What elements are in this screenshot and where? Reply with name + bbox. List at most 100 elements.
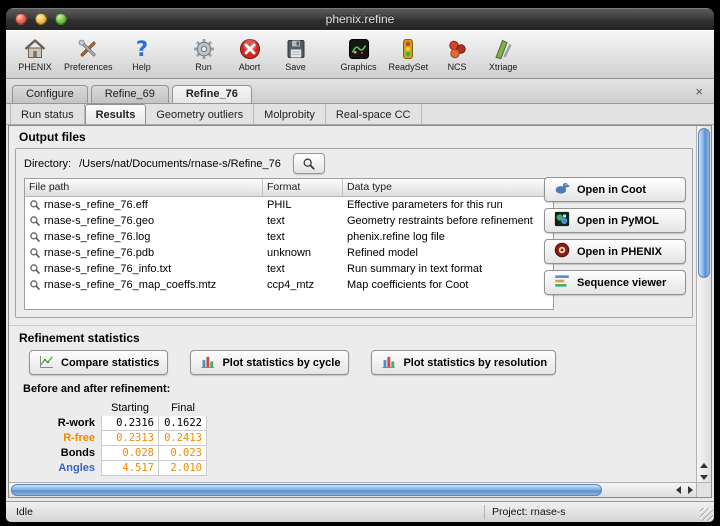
- stat-final-value: 0.2413: [159, 431, 207, 446]
- tab-configure[interactable]: Configure: [12, 85, 88, 103]
- table-header-row: File path Format Data type: [25, 179, 553, 197]
- toolbar-button-abort[interactable]: Abort: [229, 35, 271, 73]
- scroll-up-icon[interactable]: [700, 463, 708, 468]
- toolbar-button-save[interactable]: Save: [275, 35, 317, 73]
- save-icon: [283, 36, 309, 62]
- table-row[interactable]: rnase-s_refine_76.eff PHIL Effective par…: [25, 197, 553, 213]
- tab-real-space-cc[interactable]: Real-space CC: [326, 104, 422, 124]
- toolbar-button-xtriage[interactable]: Xtriage: [482, 35, 524, 73]
- magnifier-icon: [29, 215, 41, 227]
- table-row[interactable]: rnase-s_refine_76_info.txt text Run summ…: [25, 261, 553, 277]
- section-divider: [9, 325, 696, 326]
- open-in-phenix-button[interactable]: Open in PHENIX: [544, 239, 686, 264]
- close-tab-button[interactable]: ×: [690, 85, 708, 100]
- toolbar-button-run[interactable]: Run: [183, 35, 225, 73]
- sequence-viewer-button[interactable]: Sequence viewer: [544, 270, 686, 295]
- column-header-starting: Starting: [101, 400, 159, 416]
- tab-refine-76[interactable]: Refine_76: [172, 85, 252, 103]
- tab-molprobity[interactable]: Molprobity: [254, 104, 326, 124]
- stat-final-value: 0.023: [159, 446, 207, 461]
- button-label: Plot statistics by cycle: [222, 357, 340, 369]
- toolbar-button-help[interactable]: ? Help: [121, 35, 163, 73]
- before-after-label: Before and after refinement:: [23, 383, 170, 395]
- toolbar-label: Graphics: [341, 62, 377, 72]
- file-format: text: [263, 215, 343, 227]
- horizontal-scroll-arrows: [676, 483, 693, 497]
- open-in-pymol-button[interactable]: Open in PyMOL: [544, 208, 686, 233]
- tab-run-status[interactable]: Run status: [10, 104, 85, 124]
- toolbar-button-graphics[interactable]: Graphics: [337, 35, 381, 73]
- table-row[interactable]: rnase-s_refine_76.pdb unknown Refined mo…: [25, 245, 553, 261]
- tab-refine-69[interactable]: Refine_69: [91, 85, 169, 103]
- open-buttons-column: Open in Coot Open in PyMOL Open in PHENI…: [544, 177, 686, 295]
- abort-icon: [237, 36, 263, 62]
- close-window-button[interactable]: [15, 13, 27, 25]
- file-data-type: phenix.refine log file: [343, 231, 553, 243]
- stats-row: R-free 0.2313 0.2413: [43, 431, 207, 446]
- browse-directory-button[interactable]: [293, 153, 325, 174]
- open-in-coot-button[interactable]: Open in Coot: [544, 177, 686, 202]
- column-header-format[interactable]: Format: [263, 179, 343, 196]
- toolbar-label: PHENIX: [18, 62, 52, 72]
- project-label: Project: rnase-s: [492, 506, 566, 518]
- phenix-refine-window: phenix.refine PHENIX Preferences ? Help: [6, 8, 714, 522]
- help-icon: ?: [129, 36, 155, 62]
- file-format: text: [263, 263, 343, 275]
- toolbar-button-preferences[interactable]: Preferences: [60, 35, 117, 73]
- scroll-right-icon[interactable]: [688, 486, 693, 494]
- tab-results[interactable]: Results: [85, 104, 147, 124]
- toolbar-label: Save: [285, 62, 306, 72]
- status-bar: Idle Project: rnase-s: [6, 501, 714, 522]
- output-files-table: File path Format Data type rnase-s_refin…: [24, 178, 554, 310]
- toolbar-label: Run: [195, 62, 212, 72]
- resize-grip[interactable]: [700, 508, 713, 521]
- toolbar-label: ReadySet: [389, 62, 429, 72]
- results-scroll-area: Output files Directory: /Users/nat/Docum…: [9, 126, 696, 482]
- horizontal-scrollbar[interactable]: [9, 482, 696, 497]
- toolbar-button-phenix[interactable]: PHENIX: [14, 35, 56, 73]
- tab-geometry-outliers[interactable]: Geometry outliers: [146, 104, 254, 124]
- scroll-down-icon[interactable]: [700, 475, 708, 480]
- directory-row: Directory: /Users/nat/Documents/rnase-s/…: [16, 149, 692, 174]
- toolbar-label: Preferences: [64, 62, 113, 72]
- horizontal-scrollbar-thumb[interactable]: [11, 484, 602, 496]
- file-name: rnase-s_refine_76.log: [44, 231, 150, 243]
- magnifier-icon: [29, 279, 41, 291]
- scroll-left-icon[interactable]: [676, 486, 681, 494]
- graphics-icon: [346, 36, 372, 62]
- toolbar-label: NCS: [448, 62, 467, 72]
- vertical-scrollbar[interactable]: [696, 126, 711, 482]
- results-panel: Output files Directory: /Users/nat/Docum…: [8, 125, 712, 498]
- window-controls: [15, 13, 67, 25]
- titlebar[interactable]: phenix.refine: [6, 8, 714, 30]
- home-icon: [22, 36, 48, 62]
- minimize-window-button[interactable]: [35, 13, 47, 25]
- toolbar-button-ncs[interactable]: NCS: [436, 35, 478, 73]
- stat-starting-value: 4.517: [101, 461, 159, 476]
- stat-starting-value: 0.2313: [101, 431, 159, 446]
- bar-chart-icon: [199, 353, 216, 373]
- refinement-statistics-heading: Refinement statistics: [19, 331, 140, 345]
- table-row[interactable]: rnase-s_refine_76_map_coeffs.mtz ccp4_mt…: [25, 277, 553, 293]
- toolbar: PHENIX Preferences ? Help Run Abort: [6, 30, 714, 79]
- plot-statistics-by-cycle-button[interactable]: Plot statistics by cycle: [190, 350, 349, 375]
- file-name: rnase-s_refine_76.eff: [44, 199, 148, 211]
- zoom-window-button[interactable]: [55, 13, 67, 25]
- column-header-file-path[interactable]: File path: [25, 179, 263, 196]
- column-header-data-type[interactable]: Data type: [343, 179, 553, 196]
- stat-final-value: 2.010: [159, 461, 207, 476]
- stat-label: R-work: [43, 416, 101, 431]
- table-row[interactable]: rnase-s_refine_76.log text phenix.refine…: [25, 229, 553, 245]
- directory-path: /Users/nat/Documents/rnase-s/Refine_76: [79, 158, 281, 170]
- compare-statistics-button[interactable]: Compare statistics: [29, 350, 168, 375]
- magnifier-icon: [29, 263, 41, 275]
- plot-statistics-by-resolution-button[interactable]: Plot statistics by resolution: [371, 350, 556, 375]
- pymol-icon: [553, 210, 571, 231]
- magnifier-icon: [302, 157, 316, 171]
- vertical-scrollbar-thumb[interactable]: [698, 128, 710, 278]
- stats-header-row: Starting Final: [43, 400, 207, 416]
- tools-icon: [75, 36, 101, 62]
- toolbar-button-readyset[interactable]: ReadySet: [385, 35, 433, 73]
- table-row[interactable]: rnase-s_refine_76.geo text Geometry rest…: [25, 213, 553, 229]
- file-format: PHIL: [263, 199, 343, 211]
